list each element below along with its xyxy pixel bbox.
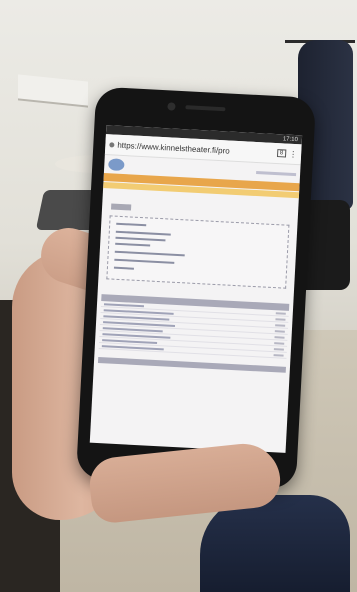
smartphone: 17:10 https://www.kinnelstheater.fi/pro … (75, 86, 317, 490)
card-line (115, 242, 151, 247)
phone-screen: 17:10 https://www.kinnelstheater.fi/pro … (89, 125, 303, 453)
lock-icon (109, 141, 115, 148)
tab-count-button[interactable]: 8 (276, 149, 287, 158)
status-time: 17:10 (282, 135, 299, 143)
action-button[interactable] (111, 203, 132, 211)
card-line (114, 250, 185, 257)
url-text[interactable]: https://www.kinnelstheater.fi/pro (117, 140, 274, 157)
card-line (115, 236, 166, 242)
photo-scene: 17:10 https://www.kinnelstheater.fi/pro … (0, 0, 357, 592)
front-camera-icon (167, 102, 176, 111)
header-text-blur (256, 170, 297, 176)
footer-bar (97, 356, 286, 373)
action-label-blur (106, 204, 107, 209)
earpiece (185, 105, 226, 112)
card-line (115, 230, 171, 236)
card-line (114, 258, 175, 264)
coat-rack (285, 0, 355, 43)
card-line (113, 266, 134, 270)
kebab-menu-icon[interactable]: ⋮ (289, 149, 297, 158)
info-card (106, 215, 290, 289)
site-logo[interactable] (108, 158, 125, 172)
card-line (116, 222, 147, 227)
